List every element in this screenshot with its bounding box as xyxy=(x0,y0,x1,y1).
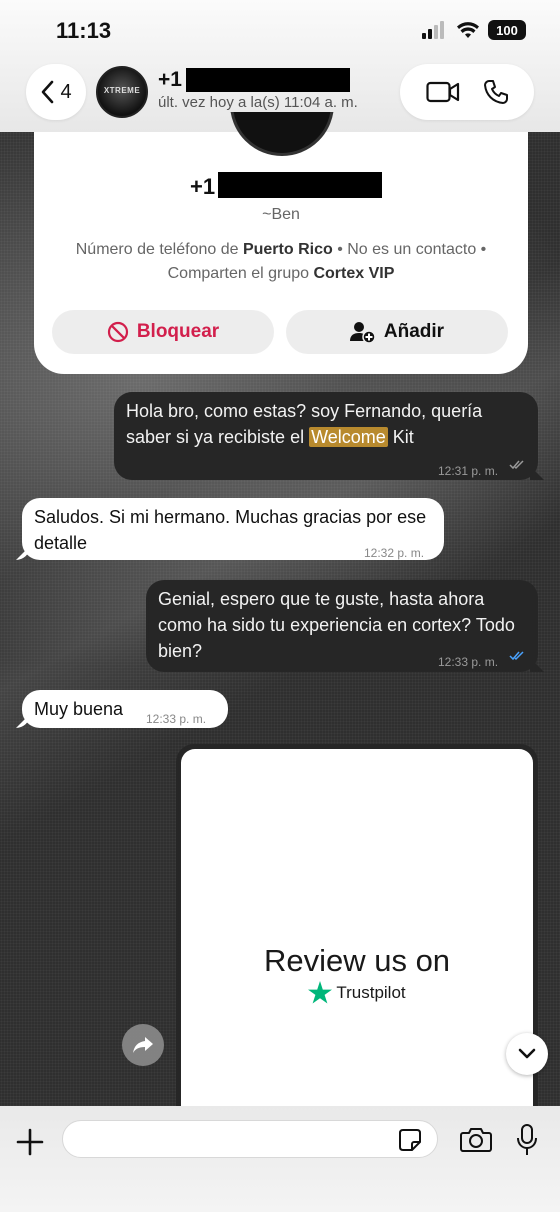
add-contact-icon xyxy=(349,322,376,343)
add-contact-button[interactable]: Añadir xyxy=(286,310,508,354)
scroll-to-bottom-button[interactable] xyxy=(506,1033,548,1075)
camera-button[interactable] xyxy=(458,1124,494,1156)
message-timestamp: 12:33 p. m. xyxy=(438,655,499,669)
back-button[interactable]: 4 xyxy=(26,64,86,120)
redaction-bar xyxy=(186,68,350,92)
block-icon xyxy=(107,321,128,343)
trustpilot-image: Review us on Trustpilot xyxy=(181,749,533,1114)
avatar[interactable]: XTREME xyxy=(96,66,148,118)
unread-count: 4 xyxy=(60,80,72,103)
phone-icon[interactable] xyxy=(483,79,509,105)
video-call-icon[interactable] xyxy=(425,81,460,103)
chevron-down-icon xyxy=(518,1048,536,1059)
message-text: Hola bro, como estas? soy Fernando, quer… xyxy=(126,401,483,447)
contact-name[interactable]: +1 xyxy=(158,68,182,92)
message-bubble-outgoing[interactable]: Genial, espero que te guste, hasta ahora… xyxy=(146,580,544,672)
last-seen-status: últ. vez hoy a la(s) 11:04 a. m. xyxy=(158,94,358,111)
image-message[interactable]: Review us on Trustpilot xyxy=(176,744,538,1114)
message-timestamp: 12:33 p. m. xyxy=(146,712,207,726)
card-avatar xyxy=(230,112,334,156)
card-info-line-2: Comparten el grupo Cortex VIP xyxy=(167,265,395,282)
forward-button[interactable] xyxy=(122,1024,164,1066)
status-icons: 100 xyxy=(422,20,526,40)
review-text: Review us on xyxy=(263,943,451,978)
star-icon xyxy=(308,981,333,1004)
avatar-logo-text: XTREME xyxy=(103,86,141,95)
attach-button[interactable] xyxy=(12,1124,48,1160)
battery-indicator: 100 xyxy=(488,20,526,40)
block-label: Bloquear xyxy=(136,321,220,342)
forward-icon xyxy=(133,1037,153,1053)
add-label: Añadir xyxy=(383,321,445,342)
sticker-button[interactable] xyxy=(396,1126,424,1154)
double-check-icon xyxy=(509,651,524,661)
signal-icon xyxy=(422,21,444,39)
block-button[interactable]: Bloquear xyxy=(52,310,274,354)
message-timestamp: 12:32 p. m. xyxy=(364,546,425,560)
message-bubble-outgoing[interactable]: Hola bro, como estas? soy Fernando, quer… xyxy=(114,392,544,480)
trustpilot-logo: Trustpilot xyxy=(181,981,533,1004)
contact-info-card: +1 ~Ben Número de teléfono de Puerto Ric… xyxy=(34,112,528,374)
status-bar: 11:13 100 xyxy=(0,0,560,60)
message-timestamp: 12:31 p. m. xyxy=(438,464,499,478)
wifi-icon xyxy=(457,22,479,38)
card-phone-number: +1 xyxy=(190,174,216,199)
card-nickname: ~Ben xyxy=(262,206,300,223)
chevron-left-icon xyxy=(42,80,54,104)
redaction-bar xyxy=(218,172,382,198)
sticker-icon xyxy=(399,1129,421,1151)
camera-icon xyxy=(460,1128,492,1152)
microphone-icon xyxy=(517,1124,537,1155)
status-time: 11:13 xyxy=(56,18,112,43)
double-check-icon xyxy=(509,460,524,470)
trustpilot-brand: Trustpilot xyxy=(336,982,406,1002)
card-info-line-1: Número de teléfono de Puerto Rico • No e… xyxy=(75,241,487,258)
composer-bar xyxy=(0,1106,560,1212)
card-info-text: Número de teléfono de Puerto Rico • No e… xyxy=(44,238,518,286)
message-bubble-incoming[interactable]: Muy buena 12:33 p. m. xyxy=(16,690,228,728)
plus-icon xyxy=(16,1128,44,1156)
microphone-button[interactable] xyxy=(512,1120,542,1160)
message-bubble-incoming[interactable]: Saludos. Si mi hermano. Muchas gracias p… xyxy=(16,498,444,560)
call-actions xyxy=(400,64,534,120)
message-input[interactable] xyxy=(62,1120,438,1158)
search-highlight: Welcome xyxy=(309,427,388,447)
